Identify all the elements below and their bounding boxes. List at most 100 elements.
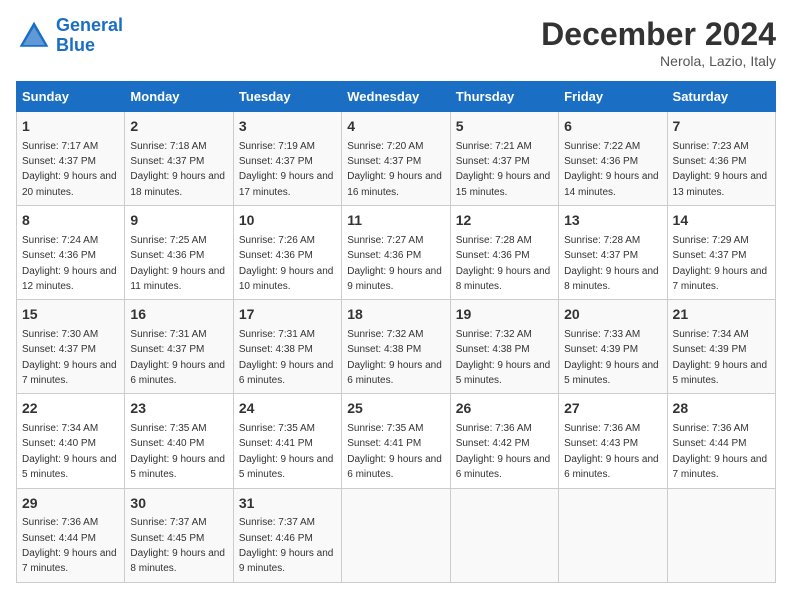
- day-number: 13: [564, 211, 661, 231]
- week-row-1: 1 Sunrise: 7:17 AMSunset: 4:37 PMDayligh…: [17, 112, 776, 206]
- day-info: Sunrise: 7:20 AMSunset: 4:37 PMDaylight:…: [347, 141, 442, 198]
- calendar-cell: 16 Sunrise: 7:31 AMSunset: 4:37 PMDaylig…: [125, 300, 233, 394]
- day-info: Sunrise: 7:24 AMSunset: 4:36 PMDaylight:…: [22, 235, 117, 292]
- calendar-cell: 30 Sunrise: 7:37 AMSunset: 4:45 PMDaylig…: [125, 488, 233, 582]
- calendar-cell: 4 Sunrise: 7:20 AMSunset: 4:37 PMDayligh…: [342, 112, 450, 206]
- calendar-cell: 5 Sunrise: 7:21 AMSunset: 4:37 PMDayligh…: [450, 112, 558, 206]
- day-info: Sunrise: 7:26 AMSunset: 4:36 PMDaylight:…: [239, 235, 334, 292]
- day-info: Sunrise: 7:17 AMSunset: 4:37 PMDaylight:…: [22, 141, 117, 198]
- day-info: Sunrise: 7:28 AMSunset: 4:36 PMDaylight:…: [456, 235, 551, 292]
- day-number: 20: [564, 305, 661, 325]
- column-header-sunday: Sunday: [17, 82, 125, 112]
- day-info: Sunrise: 7:36 AMSunset: 4:43 PMDaylight:…: [564, 423, 659, 480]
- calendar-cell: 29 Sunrise: 7:36 AMSunset: 4:44 PMDaylig…: [17, 488, 125, 582]
- calendar-cell: 8 Sunrise: 7:24 AMSunset: 4:36 PMDayligh…: [17, 206, 125, 300]
- day-number: 12: [456, 211, 553, 231]
- day-info: Sunrise: 7:37 AMSunset: 4:45 PMDaylight:…: [130, 517, 225, 574]
- calendar-cell: [450, 488, 558, 582]
- calendar-cell: [667, 488, 775, 582]
- day-info: Sunrise: 7:32 AMSunset: 4:38 PMDaylight:…: [347, 329, 442, 386]
- day-info: Sunrise: 7:34 AMSunset: 4:39 PMDaylight:…: [673, 329, 768, 386]
- day-info: Sunrise: 7:22 AMSunset: 4:36 PMDaylight:…: [564, 141, 659, 198]
- day-info: Sunrise: 7:28 AMSunset: 4:37 PMDaylight:…: [564, 235, 659, 292]
- calendar-cell: 21 Sunrise: 7:34 AMSunset: 4:39 PMDaylig…: [667, 300, 775, 394]
- calendar-cell: 6 Sunrise: 7:22 AMSunset: 4:36 PMDayligh…: [559, 112, 667, 206]
- day-number: 8: [22, 211, 119, 231]
- calendar-cell: 11 Sunrise: 7:27 AMSunset: 4:36 PMDaylig…: [342, 206, 450, 300]
- day-number: 11: [347, 211, 444, 231]
- day-info: Sunrise: 7:18 AMSunset: 4:37 PMDaylight:…: [130, 141, 225, 198]
- calendar-cell: 13 Sunrise: 7:28 AMSunset: 4:37 PMDaylig…: [559, 206, 667, 300]
- calendar-table: SundayMondayTuesdayWednesdayThursdayFrid…: [16, 81, 776, 583]
- calendar-cell: 31 Sunrise: 7:37 AMSunset: 4:46 PMDaylig…: [233, 488, 341, 582]
- day-number: 9: [130, 211, 227, 231]
- week-row-2: 8 Sunrise: 7:24 AMSunset: 4:36 PMDayligh…: [17, 206, 776, 300]
- day-info: Sunrise: 7:35 AMSunset: 4:41 PMDaylight:…: [347, 423, 442, 480]
- page-header: General Blue December 2024 Nerola, Lazio…: [16, 16, 776, 69]
- day-info: Sunrise: 7:35 AMSunset: 4:40 PMDaylight:…: [130, 423, 225, 480]
- day-number: 16: [130, 305, 227, 325]
- day-number: 28: [673, 399, 770, 419]
- day-info: Sunrise: 7:36 AMSunset: 4:44 PMDaylight:…: [673, 423, 768, 480]
- day-number: 5: [456, 117, 553, 137]
- day-number: 15: [22, 305, 119, 325]
- calendar-cell: 19 Sunrise: 7:32 AMSunset: 4:38 PMDaylig…: [450, 300, 558, 394]
- day-number: 24: [239, 399, 336, 419]
- logo-line2: Blue: [56, 35, 95, 55]
- day-info: Sunrise: 7:30 AMSunset: 4:37 PMDaylight:…: [22, 329, 117, 386]
- day-number: 23: [130, 399, 227, 419]
- day-info: Sunrise: 7:31 AMSunset: 4:37 PMDaylight:…: [130, 329, 225, 386]
- calendar-cell: [559, 488, 667, 582]
- day-info: Sunrise: 7:36 AMSunset: 4:44 PMDaylight:…: [22, 517, 117, 574]
- day-number: 22: [22, 399, 119, 419]
- week-row-4: 22 Sunrise: 7:34 AMSunset: 4:40 PMDaylig…: [17, 394, 776, 488]
- day-number: 17: [239, 305, 336, 325]
- day-info: Sunrise: 7:21 AMSunset: 4:37 PMDaylight:…: [456, 141, 551, 198]
- calendar-body: 1 Sunrise: 7:17 AMSunset: 4:37 PMDayligh…: [17, 112, 776, 583]
- day-info: Sunrise: 7:23 AMSunset: 4:36 PMDaylight:…: [673, 141, 768, 198]
- day-info: Sunrise: 7:27 AMSunset: 4:36 PMDaylight:…: [347, 235, 442, 292]
- month-title: December 2024: [541, 16, 776, 53]
- calendar-cell: 7 Sunrise: 7:23 AMSunset: 4:36 PMDayligh…: [667, 112, 775, 206]
- logo-icon: [16, 18, 52, 54]
- location: Nerola, Lazio, Italy: [541, 53, 776, 69]
- day-number: 6: [564, 117, 661, 137]
- calendar-cell: 20 Sunrise: 7:33 AMSunset: 4:39 PMDaylig…: [559, 300, 667, 394]
- day-number: 25: [347, 399, 444, 419]
- calendar-cell: 17 Sunrise: 7:31 AMSunset: 4:38 PMDaylig…: [233, 300, 341, 394]
- title-block: December 2024 Nerola, Lazio, Italy: [541, 16, 776, 69]
- calendar-cell: 28 Sunrise: 7:36 AMSunset: 4:44 PMDaylig…: [667, 394, 775, 488]
- calendar-cell: 3 Sunrise: 7:19 AMSunset: 4:37 PMDayligh…: [233, 112, 341, 206]
- day-info: Sunrise: 7:31 AMSunset: 4:38 PMDaylight:…: [239, 329, 334, 386]
- day-info: Sunrise: 7:33 AMSunset: 4:39 PMDaylight:…: [564, 329, 659, 386]
- column-header-friday: Friday: [559, 82, 667, 112]
- day-info: Sunrise: 7:37 AMSunset: 4:46 PMDaylight:…: [239, 517, 334, 574]
- calendar-cell: 27 Sunrise: 7:36 AMSunset: 4:43 PMDaylig…: [559, 394, 667, 488]
- day-number: 18: [347, 305, 444, 325]
- calendar-cell: 22 Sunrise: 7:34 AMSunset: 4:40 PMDaylig…: [17, 394, 125, 488]
- calendar-cell: 9 Sunrise: 7:25 AMSunset: 4:36 PMDayligh…: [125, 206, 233, 300]
- day-number: 19: [456, 305, 553, 325]
- day-number: 4: [347, 117, 444, 137]
- calendar-cell: 26 Sunrise: 7:36 AMSunset: 4:42 PMDaylig…: [450, 394, 558, 488]
- calendar-cell: 18 Sunrise: 7:32 AMSunset: 4:38 PMDaylig…: [342, 300, 450, 394]
- column-header-monday: Monday: [125, 82, 233, 112]
- calendar-cell: 10 Sunrise: 7:26 AMSunset: 4:36 PMDaylig…: [233, 206, 341, 300]
- day-number: 27: [564, 399, 661, 419]
- day-number: 31: [239, 494, 336, 514]
- column-header-saturday: Saturday: [667, 82, 775, 112]
- logo: General Blue: [16, 16, 123, 56]
- day-number: 21: [673, 305, 770, 325]
- day-number: 2: [130, 117, 227, 137]
- calendar-cell: [342, 488, 450, 582]
- day-number: 29: [22, 494, 119, 514]
- calendar-cell: 24 Sunrise: 7:35 AMSunset: 4:41 PMDaylig…: [233, 394, 341, 488]
- logo-line1: General: [56, 15, 123, 35]
- day-number: 1: [22, 117, 119, 137]
- day-number: 14: [673, 211, 770, 231]
- day-info: Sunrise: 7:25 AMSunset: 4:36 PMDaylight:…: [130, 235, 225, 292]
- day-info: Sunrise: 7:19 AMSunset: 4:37 PMDaylight:…: [239, 141, 334, 198]
- day-number: 3: [239, 117, 336, 137]
- day-number: 26: [456, 399, 553, 419]
- week-row-3: 15 Sunrise: 7:30 AMSunset: 4:37 PMDaylig…: [17, 300, 776, 394]
